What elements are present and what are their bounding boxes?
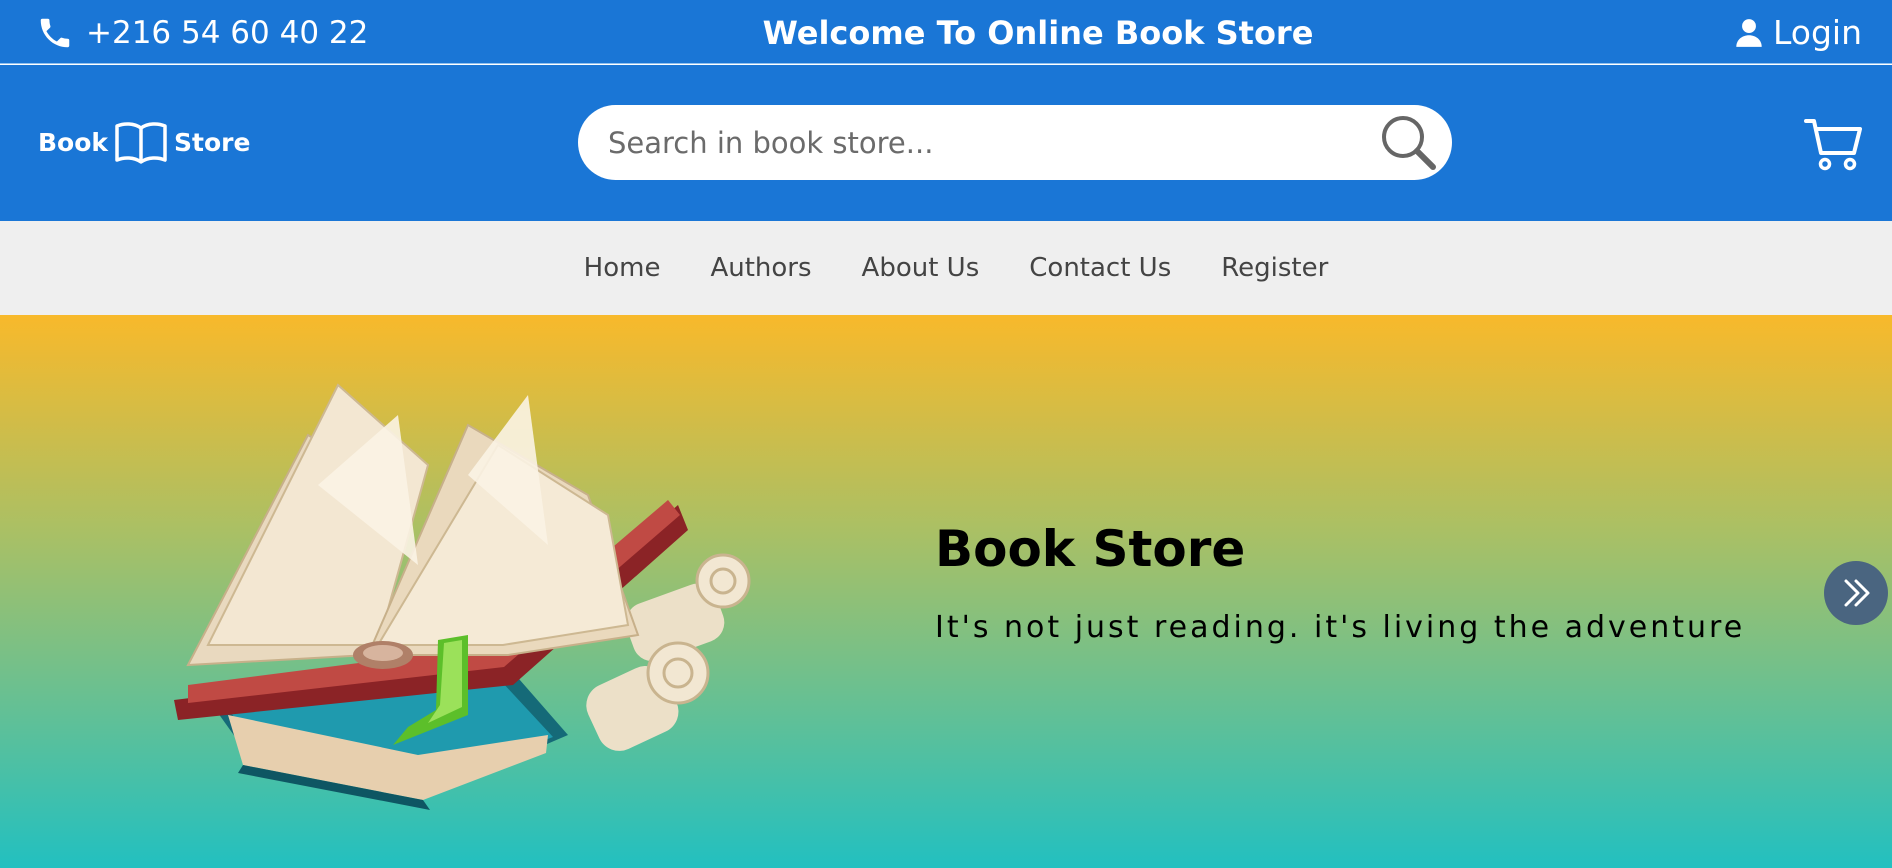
search-input[interactable] <box>608 113 1348 173</box>
hero-slider: Book Store It's not just reading. it's l… <box>0 315 1892 868</box>
search-bar <box>578 105 1452 180</box>
logo-text-book: Book <box>38 127 109 157</box>
nav-contact-us[interactable]: Contact Us <box>1029 253 1171 283</box>
cart-icon <box>1804 119 1862 171</box>
hero-title: Book Store <box>935 520 1246 578</box>
site-logo[interactable]: Book Store <box>38 120 250 164</box>
nav-authors[interactable]: Authors <box>710 253 811 283</box>
phone-contact[interactable]: +216 54 60 40 22 <box>36 14 368 52</box>
magnifier-icon <box>1382 116 1436 170</box>
cart-button[interactable] <box>1804 117 1862 171</box>
top-bar: +216 54 60 40 22 Welcome To Online Book … <box>0 0 1892 64</box>
main-header: Book Store <box>0 65 1892 221</box>
double-chevron-right-icon <box>1844 579 1870 607</box>
hero-subtitle: It's not just reading. it's living the a… <box>935 610 1746 645</box>
slider-next-button[interactable] <box>1824 561 1888 625</box>
books-illustration <box>174 383 751 810</box>
nav-register[interactable]: Register <box>1221 253 1328 283</box>
login-link[interactable]: Login <box>1735 14 1862 52</box>
phone-number: +216 54 60 40 22 <box>86 15 369 51</box>
logo-text-store: Store <box>174 127 251 157</box>
phone-icon <box>40 18 70 48</box>
user-icon <box>1736 19 1762 47</box>
nav-home[interactable]: Home <box>584 253 661 283</box>
search-button[interactable] <box>1378 112 1442 174</box>
open-book-icon <box>115 122 167 164</box>
main-nav: Home Authors About Us Contact Us Registe… <box>0 221 1892 315</box>
login-label: Login <box>1772 13 1862 52</box>
nav-about-us[interactable]: About Us <box>862 253 980 283</box>
